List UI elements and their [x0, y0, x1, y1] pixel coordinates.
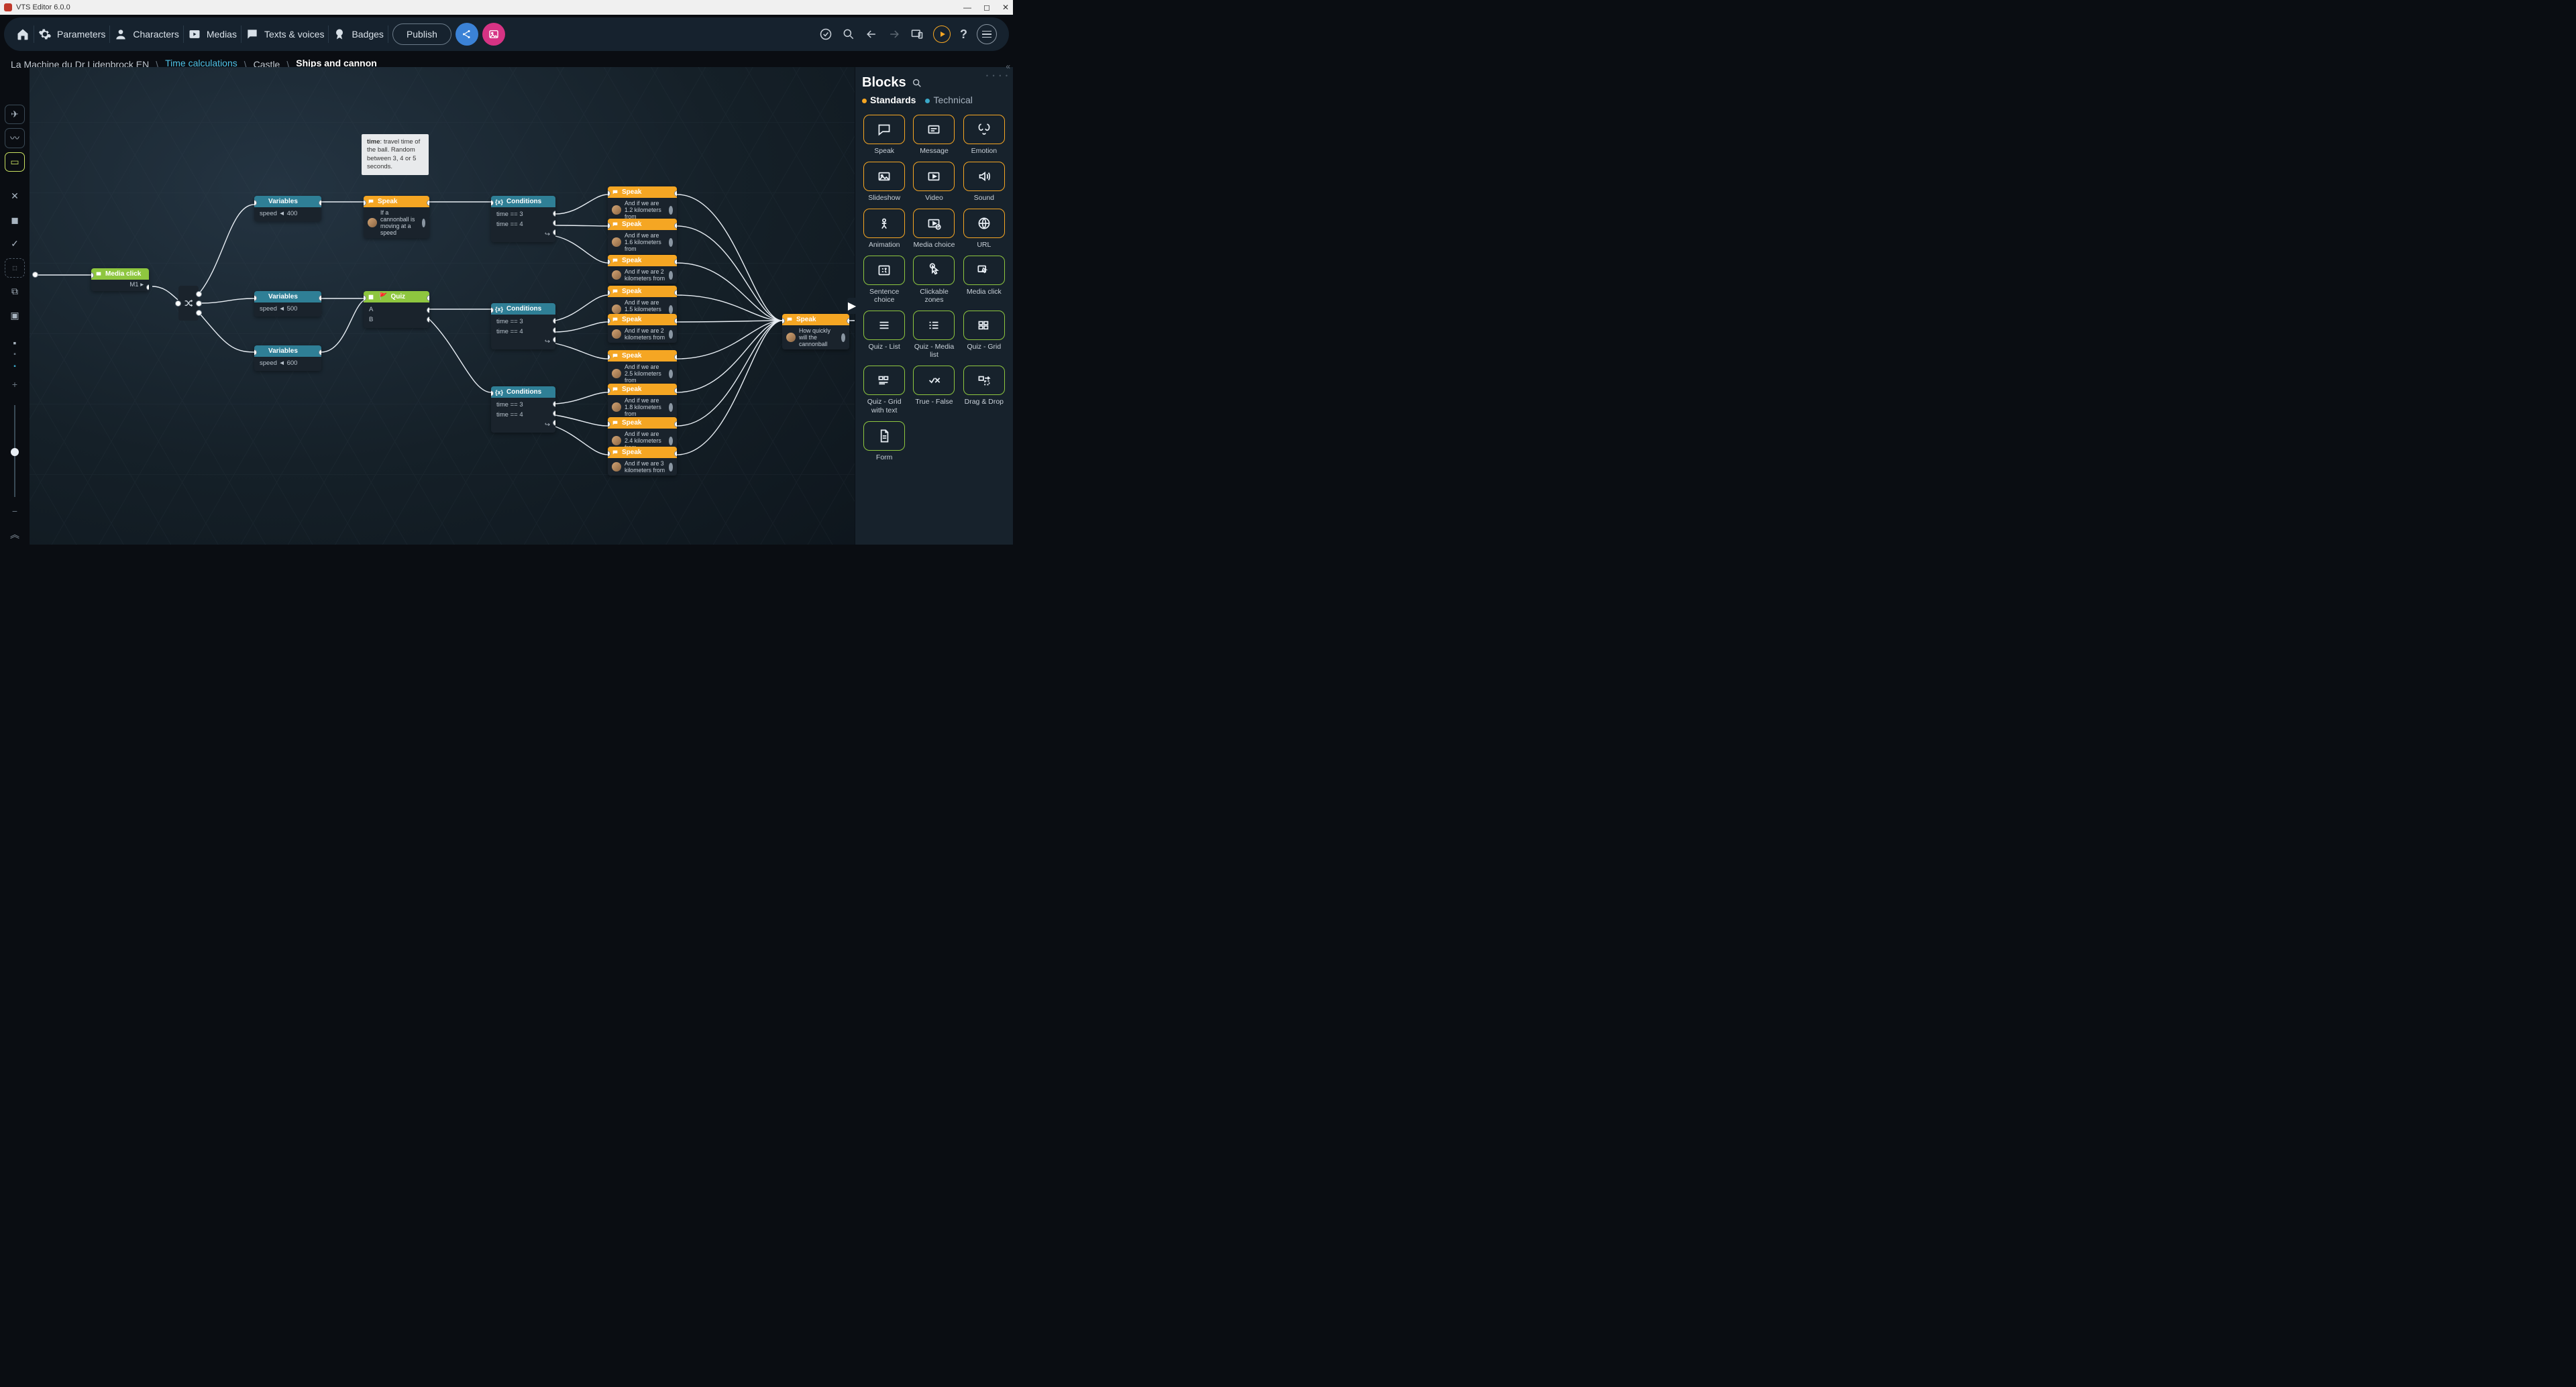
maximize-button[interactable]: ◻: [983, 3, 990, 12]
tab-standards[interactable]: Standards: [862, 95, 916, 105]
node-canvas[interactable]: time: travel time of the ball. Random be…: [30, 67, 855, 545]
undo-icon[interactable]: [865, 27, 878, 41]
node-shuffle[interactable]: [178, 286, 199, 321]
tool-collapse[interactable]: ︽: [5, 525, 25, 545]
block-sound[interactable]: Sound: [962, 162, 1006, 202]
parameters-button[interactable]: Parameters: [38, 27, 105, 41]
panel-expand-handle[interactable]: ▶: [847, 298, 857, 314]
block-quizmedia[interactable]: Quiz - Media list: [912, 311, 956, 359]
blocks-search-icon[interactable]: [912, 78, 922, 89]
play-button[interactable]: [933, 25, 951, 43]
blocks-panel: « • • • • ▶ Blocks Standards Technical S…: [855, 67, 1013, 545]
block-animation[interactable]: Animation: [862, 209, 906, 249]
block-slideshow[interactable]: Slideshow: [862, 162, 906, 202]
block-form[interactable]: Form: [862, 421, 906, 461]
texts-voices-button[interactable]: Texts & voices: [246, 27, 324, 41]
tooltip-note: time: travel time of the ball. Random be…: [362, 134, 429, 175]
block-clickable[interactable]: Clickable zones: [912, 256, 956, 304]
tab-technical[interactable]: Technical: [925, 95, 972, 105]
tool-shuffle[interactable]: ✕: [5, 186, 25, 206]
tool-check[interactable]: ✓: [5, 234, 25, 254]
minimize-button[interactable]: —: [963, 3, 971, 12]
node-speak-0[interactable]: SpeakAnd if we are 1.2 kilometers from: [608, 186, 677, 222]
block-quizgridtext[interactable]: Quiz - Grid with text: [862, 366, 906, 414]
tool-select[interactable]: ⬚: [5, 258, 25, 278]
app-logo-icon: [4, 3, 12, 11]
redo-icon[interactable]: [888, 27, 901, 41]
tool-zoom-dot2[interactable]: ▪: [5, 351, 25, 359]
menu-button[interactable]: [977, 24, 997, 44]
node-variables-2[interactable]: Variables speed ◄ 500: [254, 291, 321, 317]
window-titlebar: VTS Editor 6.0.0 — ◻ ✕: [0, 0, 1013, 15]
tool-wave[interactable]: 〰: [5, 128, 25, 148]
zoom-slider[interactable]: [14, 405, 15, 497]
node-conditions-3[interactable]: {x}Conditions time == 3 time == 4 ↪: [491, 386, 555, 433]
block-video[interactable]: Video: [912, 162, 956, 202]
image-button[interactable]: [482, 23, 505, 46]
tool-copy[interactable]: ⧉: [5, 282, 25, 301]
check-icon[interactable]: [819, 27, 833, 41]
share-button[interactable]: [455, 23, 478, 46]
tool-minus[interactable]: −: [5, 501, 25, 520]
help-button[interactable]: ?: [960, 27, 967, 42]
node-speak-8[interactable]: SpeakAnd if we are 3 kilometers from: [608, 447, 677, 476]
tool-zoom-dot3[interactable]: ▪: [5, 363, 25, 371]
node-speak-1[interactable]: SpeakAnd if we are 1.6 kilometers from: [608, 219, 677, 254]
block-sentence[interactable]: Sentence choice: [862, 256, 906, 304]
block-quizgrid[interactable]: Quiz - Grid: [962, 311, 1006, 359]
block-mediachoice[interactable]: Media choice: [912, 209, 956, 249]
tool-plus[interactable]: +: [5, 374, 25, 394]
node-speak-intro[interactable]: Speak If a cannonball is moving at a spe…: [364, 196, 429, 238]
node-conditions-1[interactable]: {x}Conditions time == 3 time == 4 ↪: [491, 196, 555, 242]
block-message[interactable]: Message: [912, 115, 956, 155]
block-speech[interactable]: Speak: [862, 115, 906, 155]
left-toolbar: ✈ 〰 ▭ ✕ ◼ ✓ ⬚ ⧉ ▣ ▪ ▪ ▪ + − ︽: [0, 67, 30, 545]
panel-dots-icon: • • • •: [986, 72, 1009, 79]
badges-button[interactable]: Badges: [333, 27, 383, 41]
node-speak-final[interactable]: Speak How quickly will the cannonball: [782, 314, 849, 349]
block-mediaclick[interactable]: Media click: [962, 256, 1006, 304]
node-quiz[interactable]: 🚩Quiz A B: [364, 291, 429, 328]
tool-note[interactable]: ▭: [5, 152, 25, 172]
window-title: VTS Editor 6.0.0: [16, 3, 70, 11]
device-icon[interactable]: [910, 27, 924, 41]
home-button[interactable]: [16, 27, 30, 41]
medias-button[interactable]: Medias: [188, 27, 237, 41]
node-speak-6[interactable]: SpeakAnd if we are 1.8 kilometers from: [608, 384, 677, 419]
tool-layer[interactable]: ▣: [5, 305, 25, 325]
close-button[interactable]: ✕: [1002, 3, 1009, 12]
node-speak-2[interactable]: SpeakAnd if we are 2 kilometers from: [608, 255, 677, 284]
node-variables-1[interactable]: Variables speed ◄ 400: [254, 196, 321, 221]
node-media-click[interactable]: Media click M1 ▸: [91, 268, 149, 291]
tool-send[interactable]: ✈: [5, 105, 25, 124]
panel-collapse-icon[interactable]: «: [1006, 62, 1010, 71]
node-variables-3[interactable]: Variables speed ◄ 600: [254, 345, 321, 371]
block-emotion[interactable]: Emotion: [962, 115, 1006, 155]
node-speak-4[interactable]: SpeakAnd if we are 2 kilometers from: [608, 314, 677, 343]
tool-zoom-dot1[interactable]: ▪: [5, 339, 25, 347]
tool-square[interactable]: ◼: [5, 211, 25, 230]
block-quizlist[interactable]: Quiz - List: [862, 311, 906, 359]
entry-port[interactable]: [32, 272, 38, 278]
block-url[interactable]: URL: [962, 209, 1006, 249]
characters-button[interactable]: Characters: [114, 27, 178, 41]
publish-button[interactable]: Publish: [392, 23, 451, 45]
blocks-title: Blocks: [862, 75, 906, 91]
block-truefalse[interactable]: True - False: [912, 366, 956, 414]
block-dragdrop[interactable]: Drag & Drop: [962, 366, 1006, 414]
node-speak-5[interactable]: SpeakAnd if we are 2.5 kilometers from: [608, 350, 677, 386]
search-icon[interactable]: [842, 27, 855, 41]
main-toolbar: Parameters Characters Medias Texts & voi…: [4, 17, 1009, 51]
node-conditions-2[interactable]: {x}Conditions time == 3 time == 4 ↪: [491, 303, 555, 349]
